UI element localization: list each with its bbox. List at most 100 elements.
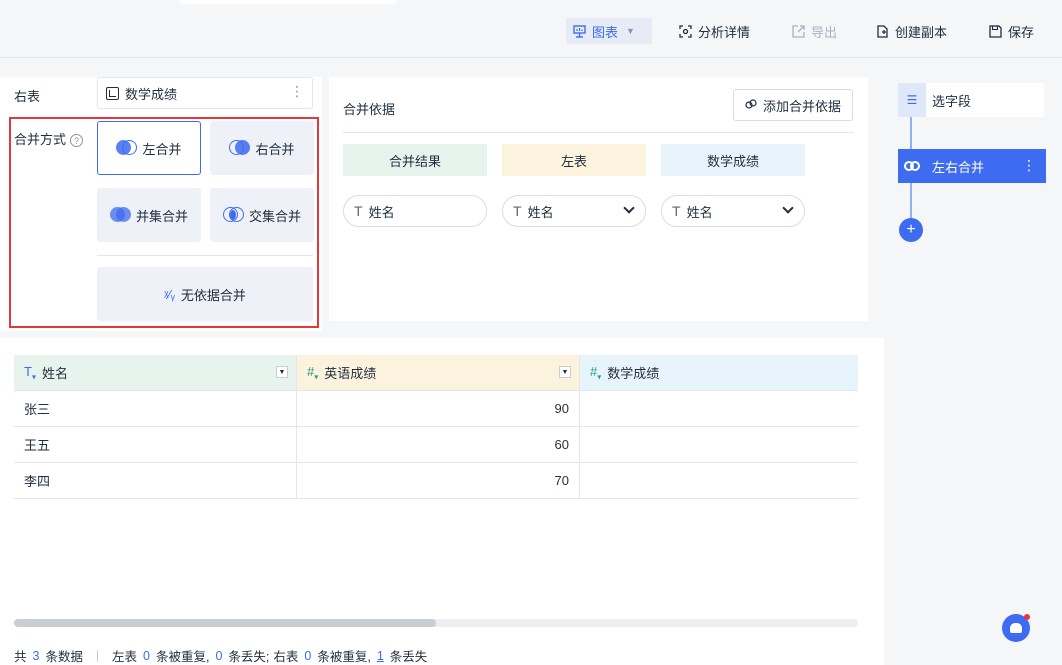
right-table-value: 数学成绩 [125,86,178,102]
filter-icon: ☰ [898,83,926,117]
column-english-label: 英语成绩 [324,366,377,381]
right-lost-text: 条丢失 [389,650,428,664]
left-dup-text: 条被重复, [155,650,210,664]
cell-english[interactable]: 90 [297,391,580,426]
step1-label: 选字段 [932,93,972,109]
left-field-select[interactable]: T 姓名 [502,195,646,227]
duplicate-button[interactable]: 创建副本 [875,18,947,44]
right-join-label: 右合并 [255,141,295,157]
join-basis-title: 合并依据 [343,102,396,117]
horizontal-scrollbar[interactable] [14,619,858,627]
link-icon [745,98,757,113]
chart-label: 图表 [592,24,619,40]
left-join-button[interactable]: 左合并 [97,121,201,175]
cell-name[interactable]: 李四 [14,463,297,498]
add-basis-label: 添加合并依据 [762,98,841,114]
intersect-join-button[interactable]: 交集合并 [210,188,314,242]
total-count: 3 [32,648,40,663]
add-step-button[interactable]: + [899,218,923,242]
basis-header-result: 合并结果 [343,144,487,176]
cell-name[interactable]: 张三 [14,391,297,426]
column-math-label: 数学成绩 [607,366,660,381]
table-row: 张三 90 [14,391,858,427]
table-row: 王五 60 [14,427,858,463]
analysis-detail-button[interactable]: 分析详情 [678,18,750,44]
basis-header-right: 数学成绩 [661,144,805,176]
status-footer: 共 3 条数据 左表 0 条被重复, 0 条丢失; 右表 0 条被重复, 1 条… [14,646,427,665]
right-join-button[interactable]: 右合并 [210,121,314,175]
number-type-icon: #▾ [590,363,602,382]
duplicate-label: 创建副本 [895,24,948,40]
cell-math[interactable] [580,391,858,426]
export-icon [791,24,805,38]
result-field[interactable]: T 姓名 [343,195,487,227]
help-icon[interactable]: ? [70,134,84,148]
chevron-down-icon [623,202,635,214]
total-suffix: 条数据 [45,650,83,664]
left-join-icon [116,140,138,156]
right-table-select[interactable]: 数学成绩 ⋮ [97,77,313,109]
chevron-down-icon [782,202,794,214]
export-button[interactable]: 导出 [791,18,837,44]
scan-icon [678,24,692,38]
column-header-english[interactable]: #▾ 英语成绩 ▼ [297,355,580,390]
more-icon[interactable]: ⋮ [290,84,304,98]
cell-math[interactable] [580,427,858,462]
number-type-icon: #▾ [307,363,319,382]
cross-join-icon: ᵡ⁄ᵧ [164,286,175,302]
scrollbar-thumb[interactable] [14,619,436,627]
intersect-join-label: 交集合并 [248,208,301,224]
right-table-label: 右表 [14,89,41,104]
right-field-select[interactable]: T 姓名 [661,195,805,227]
text-type-icon: T▾ [24,363,36,382]
cell-math[interactable] [580,463,858,498]
right-field-name: 姓名 [686,204,713,220]
column-name-label: 姓名 [41,366,68,381]
join-mode-label: 合并方式? [14,129,84,148]
union-join-button[interactable]: 并集合并 [97,188,201,242]
join-mode-divider [97,255,313,256]
chat-help-button[interactable] [1002,614,1030,642]
cell-english[interactable]: 70 [297,463,580,498]
right-table-footer-label: 右表 [273,650,299,664]
export-label: 导出 [811,24,838,40]
right-join-icon [229,140,251,156]
right-dup-text: 条被重复, [317,650,371,664]
column-header-math[interactable]: #▾ 数学成绩 [580,355,858,390]
left-field-name: 姓名 [527,204,554,220]
save-label: 保存 [1008,24,1035,40]
table-row: 李四 70 [14,463,858,499]
left-lost-text: 条丢失; [228,650,270,664]
chart-icon [572,24,586,38]
excel-icon [106,86,119,100]
result-field-name: 姓名 [368,204,395,220]
flow-step-join[interactable]: 左右合并 ⋮ [898,149,1046,183]
right-lost-link[interactable]: 1 [377,649,384,663]
left-join-label: 左合并 [142,141,182,157]
copy-icon [875,24,889,38]
notification-dot [1024,614,1030,620]
add-basis-button[interactable]: 添加合并依据 [733,89,853,121]
left-table-label: 左表 [111,650,137,664]
save-button[interactable]: 保存 [988,18,1034,44]
cell-name[interactable]: 王五 [14,427,297,462]
cross-join-button[interactable]: ᵡ⁄ᵧ 无依据合并 [97,267,313,321]
cell-english[interactable]: 60 [297,427,580,462]
column-menu-icon[interactable]: ▼ [276,366,288,378]
cross-join-label: 无依据合并 [180,287,246,303]
column-header-name[interactable]: T▾ 姓名 ▼ [14,355,297,390]
left-lost-count: 0 [215,648,223,663]
join-icon [904,159,924,173]
chart-button[interactable]: 图表 ▼ [566,18,652,44]
basis-header-left: 左表 [502,144,646,176]
more-icon[interactable]: ⋮ [1022,157,1036,174]
flow-step-select-fields[interactable]: ☰ 选字段 [898,83,1044,117]
left-dup-count: 0 [143,648,150,663]
data-grid: T▾ 姓名 ▼ #▾ 英语成绩 ▼ #▾ 数学成绩 张三 90 王五 60 李四… [14,355,858,499]
chevron-down-icon: ▼ [626,26,635,36]
text-type-icon: T [672,203,681,219]
right-dup-count: 0 [304,648,312,663]
text-type-icon: T [513,203,522,219]
column-menu-icon[interactable]: ▼ [559,366,571,378]
join-mode-text: 合并方式 [14,132,67,147]
